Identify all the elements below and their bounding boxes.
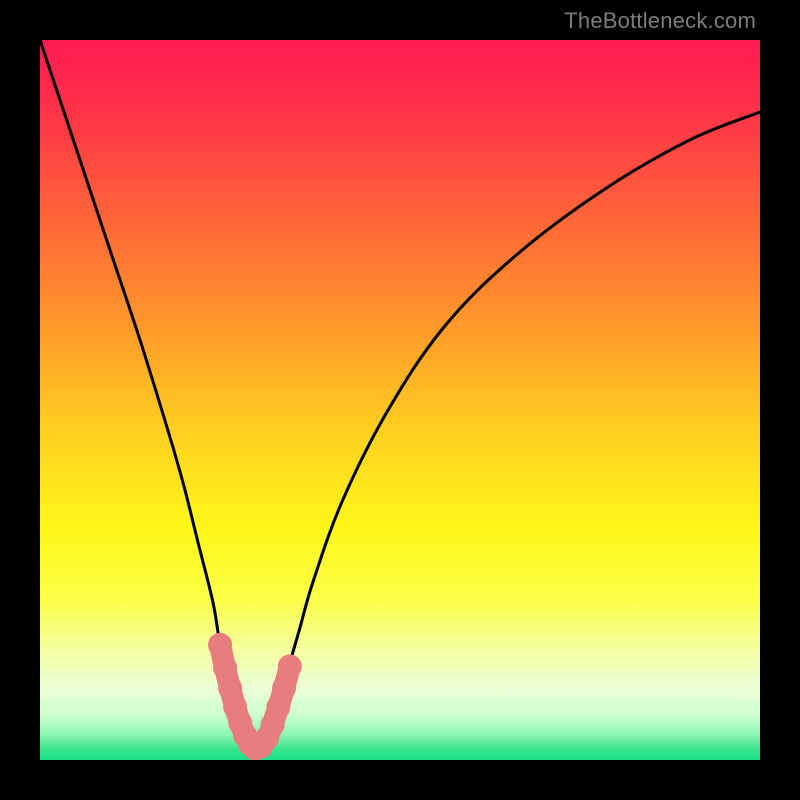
marker-dot <box>272 676 296 700</box>
marker-dot <box>278 654 302 678</box>
watermark-text: TheBottleneck.com <box>564 8 756 34</box>
outer-frame: TheBottleneck.com <box>0 0 800 800</box>
plot-area <box>40 40 760 760</box>
curve-layer <box>40 40 760 760</box>
marker-dot <box>213 656 237 680</box>
marker-dot <box>208 633 232 657</box>
bottleneck-curve <box>40 40 760 749</box>
